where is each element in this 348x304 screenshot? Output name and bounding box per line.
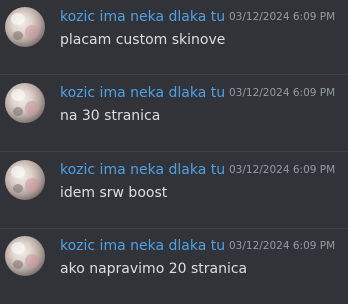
avatar-highlight xyxy=(11,166,25,178)
message-content: placam custom skinove xyxy=(60,32,226,48)
message[interactable]: kozic ima neka dlaka tu 03/12/2024 6:09 … xyxy=(0,153,348,228)
avatar[interactable] xyxy=(5,160,45,200)
avatar-highlight xyxy=(25,25,39,39)
message-timestamp[interactable]: 03/12/2024 6:09 PM xyxy=(229,240,335,252)
message-divider xyxy=(0,74,348,75)
avatar-highlight xyxy=(11,89,25,101)
chat-messages: kozic ima neka dlaka tu 03/12/2024 6:09 … xyxy=(0,0,348,293)
message-content: na 30 stranica xyxy=(60,108,161,124)
avatar[interactable] xyxy=(5,7,45,47)
message-content: idem srw boost xyxy=(60,185,168,201)
avatar-highlight xyxy=(11,242,25,254)
message-divider xyxy=(0,151,348,152)
avatar-highlight xyxy=(13,31,23,40)
avatar-highlight xyxy=(13,107,23,116)
avatar[interactable] xyxy=(5,236,45,276)
message-username[interactable]: kozic ima neka dlaka tu xyxy=(60,9,225,25)
message-timestamp[interactable]: 03/12/2024 6:09 PM xyxy=(229,164,335,176)
message-username[interactable]: kozic ima neka dlaka tu xyxy=(60,85,225,101)
message[interactable]: kozic ima neka dlaka tu 03/12/2024 6:09 … xyxy=(0,76,348,151)
message-username[interactable]: kozic ima neka dlaka tu xyxy=(60,238,225,254)
avatar-highlight xyxy=(13,260,23,269)
avatar-highlight xyxy=(13,184,23,193)
avatar-highlight xyxy=(25,178,39,192)
avatar-highlight xyxy=(25,101,39,115)
message-timestamp[interactable]: 03/12/2024 6:09 PM xyxy=(229,87,335,99)
avatar-highlight xyxy=(25,254,39,268)
message-content: ako napravimo 20 stranica xyxy=(60,261,248,277)
avatar-highlight xyxy=(11,13,25,25)
message-timestamp[interactable]: 03/12/2024 6:09 PM xyxy=(229,11,335,23)
message[interactable]: kozic ima neka dlaka tu 03/12/2024 6:09 … xyxy=(0,0,348,75)
message-username[interactable]: kozic ima neka dlaka tu xyxy=(60,162,225,178)
avatar[interactable] xyxy=(5,83,45,123)
